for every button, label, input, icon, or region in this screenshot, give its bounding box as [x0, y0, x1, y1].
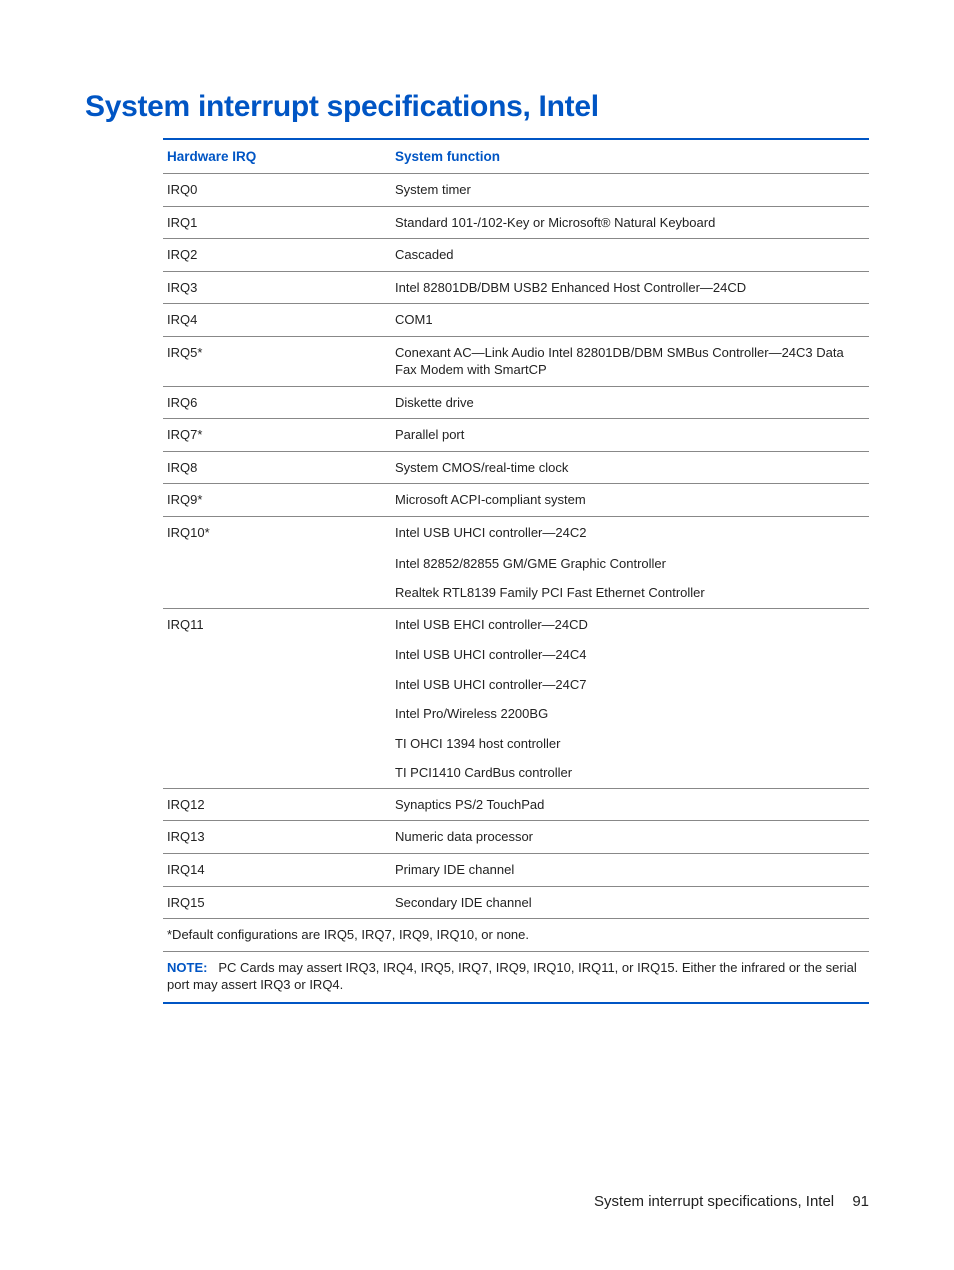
- irq-cell: IRQ2: [163, 239, 391, 272]
- th-hardware-irq: Hardware IRQ: [163, 139, 391, 174]
- irq-cell: [163, 670, 391, 700]
- irq-cell: IRQ0: [163, 174, 391, 207]
- function-cell: Secondary IDE channel: [391, 886, 869, 919]
- table-row: IRQ15Secondary IDE channel: [163, 886, 869, 919]
- function-cell: COM1: [391, 304, 869, 337]
- table-row: Intel USB UHCI controller—24C7: [163, 670, 869, 700]
- table-row: IRQ14Primary IDE channel: [163, 854, 869, 887]
- footer-page-number: 91: [852, 1193, 869, 1210]
- function-cell: TI PCI1410 CardBus controller: [391, 758, 869, 788]
- table-row: IRQ0System timer: [163, 174, 869, 207]
- table-row: Realtek RTL8139 Family PCI Fast Ethernet…: [163, 578, 869, 608]
- function-cell: Intel Pro/Wireless 2200BG: [391, 699, 869, 729]
- function-cell: Intel 82852/82855 GM/GME Graphic Control…: [391, 549, 869, 579]
- function-cell: Standard 101-/102-Key or Microsoft® Natu…: [391, 206, 869, 239]
- table-row: IRQ3Intel 82801DB/DBM USB2 Enhanced Host…: [163, 271, 869, 304]
- function-cell: Numeric data processor: [391, 821, 869, 854]
- table-row: IRQ10*Intel USB UHCI controller—24C2: [163, 517, 869, 549]
- function-cell: Cascaded: [391, 239, 869, 272]
- footnote-row: *Default configurations are IRQ5, IRQ7, …: [163, 919, 869, 951]
- table-row: IRQ13Numeric data processor: [163, 821, 869, 854]
- note-label: NOTE:: [167, 960, 207, 975]
- irq-cell: IRQ5*: [163, 336, 391, 386]
- page-footer: System interrupt specifications, Intel 9…: [594, 1193, 869, 1210]
- irq-cell: IRQ10*: [163, 517, 391, 549]
- irq-cell: IRQ14: [163, 854, 391, 887]
- table-row: IRQ2Cascaded: [163, 239, 869, 272]
- irq-cell: [163, 729, 391, 759]
- function-cell: Primary IDE channel: [391, 854, 869, 887]
- function-cell: Parallel port: [391, 419, 869, 452]
- table-row: IRQ6Diskette drive: [163, 386, 869, 419]
- function-cell: Intel USB EHCI controller—24CD: [391, 608, 869, 640]
- irq-cell: IRQ6: [163, 386, 391, 419]
- irq-cell: [163, 758, 391, 788]
- table-row: IRQ5*Conexant AC—Link Audio Intel 82801D…: [163, 336, 869, 386]
- function-cell: TI OHCI 1394 host controller: [391, 729, 869, 759]
- irq-cell: IRQ7*: [163, 419, 391, 452]
- function-cell: System CMOS/real-time clock: [391, 451, 869, 484]
- function-cell: Diskette drive: [391, 386, 869, 419]
- note-section: NOTE: PC Cards may assert IRQ3, IRQ4, IR…: [163, 951, 869, 1004]
- irq-cell: IRQ4: [163, 304, 391, 337]
- footnote-cell: *Default configurations are IRQ5, IRQ7, …: [163, 919, 869, 951]
- table-row: IRQ7*Parallel port: [163, 419, 869, 452]
- function-cell: Microsoft ACPI-compliant system: [391, 484, 869, 517]
- function-cell: System timer: [391, 174, 869, 207]
- irq-cell: IRQ13: [163, 821, 391, 854]
- footer-text: System interrupt specifications, Intel: [594, 1193, 834, 1210]
- function-cell: Intel 82801DB/DBM USB2 Enhanced Host Con…: [391, 271, 869, 304]
- th-system-function: System function: [391, 139, 869, 174]
- table-row: TI OHCI 1394 host controller: [163, 729, 869, 759]
- table-row: IRQ11Intel USB EHCI controller—24CD: [163, 608, 869, 640]
- table-row: IRQ1Standard 101-/102-Key or Microsoft® …: [163, 206, 869, 239]
- note-body: PC Cards may assert IRQ3, IRQ4, IRQ5, IR…: [167, 960, 857, 993]
- table-row: IRQ9*Microsoft ACPI-compliant system: [163, 484, 869, 517]
- function-cell: Synaptics PS/2 TouchPad: [391, 788, 869, 821]
- table-row: TI PCI1410 CardBus controller: [163, 758, 869, 788]
- irq-cell: IRQ11: [163, 608, 391, 640]
- table-row: IRQ12Synaptics PS/2 TouchPad: [163, 788, 869, 821]
- irq-cell: IRQ1: [163, 206, 391, 239]
- table-row: IRQ4COM1: [163, 304, 869, 337]
- irq-cell: IRQ3: [163, 271, 391, 304]
- function-cell: Realtek RTL8139 Family PCI Fast Ethernet…: [391, 578, 869, 608]
- irq-cell: IRQ9*: [163, 484, 391, 517]
- function-cell: Intel USB UHCI controller—24C2: [391, 517, 869, 549]
- table-row: Intel 82852/82855 GM/GME Graphic Control…: [163, 549, 869, 579]
- irq-cell: IRQ12: [163, 788, 391, 821]
- irq-cell: [163, 549, 391, 579]
- irq-cell: [163, 699, 391, 729]
- table-row: IRQ8System CMOS/real-time clock: [163, 451, 869, 484]
- irq-table: Hardware IRQ System function IRQ0System …: [163, 138, 869, 951]
- table-row: Intel Pro/Wireless 2200BG: [163, 699, 869, 729]
- irq-cell: [163, 640, 391, 670]
- function-cell: Intel USB UHCI controller—24C7: [391, 670, 869, 700]
- irq-cell: IRQ15: [163, 886, 391, 919]
- function-cell: Conexant AC—Link Audio Intel 82801DB/DBM…: [391, 336, 869, 386]
- irq-cell: [163, 578, 391, 608]
- table-row: Intel USB UHCI controller—24C4: [163, 640, 869, 670]
- function-cell: Intel USB UHCI controller—24C4: [391, 640, 869, 670]
- page-heading: System interrupt specifications, Intel: [85, 90, 869, 124]
- irq-cell: IRQ8: [163, 451, 391, 484]
